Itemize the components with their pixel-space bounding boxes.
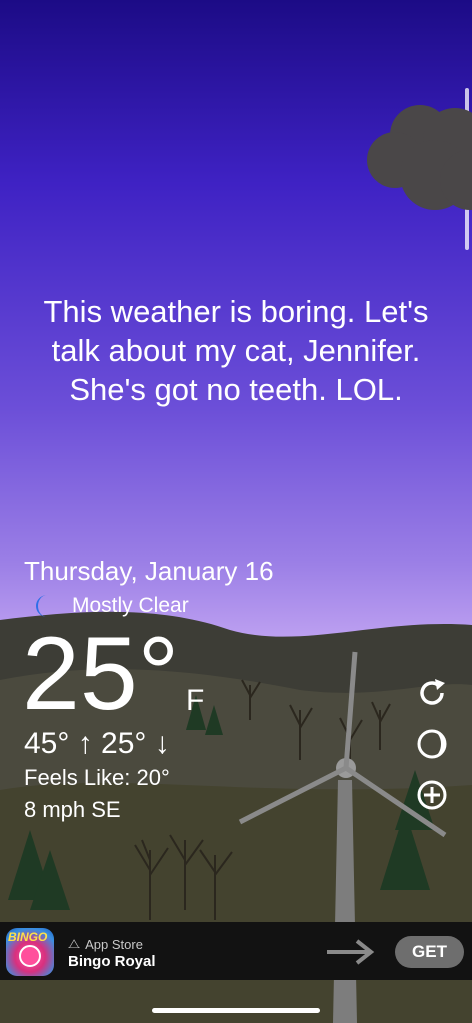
arrow-right-icon: [327, 939, 375, 965]
bingo-ball-icon: [19, 945, 41, 967]
cloud-icon: [367, 105, 472, 210]
date-label: Thursday, January 16: [24, 556, 274, 586]
condition-label: Mostly Clear: [72, 594, 189, 617]
moon-phase-icon[interactable]: [414, 726, 450, 762]
add-location-icon[interactable]: [414, 777, 450, 813]
weather-message: This weather is boring. Let's talk about…: [43, 294, 429, 407]
home-indicator[interactable]: [152, 1008, 320, 1013]
hi-lo-temperature: 45° ↑ 25° ↓: [24, 727, 170, 760]
wind-label: 8 mph SE: [24, 797, 121, 822]
ad-app-icon[interactable]: BINGO: [6, 928, 54, 976]
temperature-value: 25°: [22, 616, 180, 732]
refresh-icon[interactable]: [414, 675, 450, 711]
feels-like-label: Feels Like: 20°: [24, 765, 170, 790]
temperature-unit[interactable]: F: [186, 684, 204, 718]
get-button[interactable]: GET: [395, 936, 464, 968]
ad-title[interactable]: Bingo Royal: [68, 953, 156, 970]
ad-store-label: App Store: [85, 936, 143, 952]
app-store-icon: ⧍: [68, 936, 81, 951]
ad-icon-label: BINGO: [8, 930, 48, 944]
ad-store-row: ⧍ App Store: [68, 936, 143, 952]
